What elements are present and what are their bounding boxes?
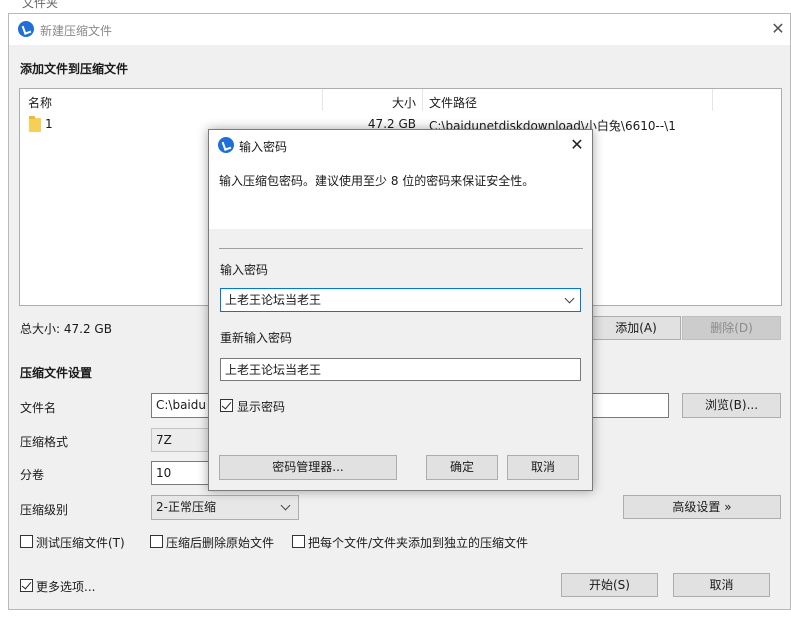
more-options-checkbox[interactable]: 更多选项...	[20, 578, 120, 594]
password-dialog: 输入密码 ✕ 输入压缩包密码。建议使用至少 8 位的密码来保证安全性。 输入密码…	[208, 129, 593, 491]
row-name: 1	[45, 117, 53, 131]
password-manager-button[interactable]: 密码管理器...	[219, 455, 397, 480]
column-header-size[interactable]: 大小	[324, 94, 416, 111]
app-logo-icon	[218, 137, 234, 153]
background-window-title: 文件夹	[22, 0, 59, 10]
password-label: 输入密码	[220, 263, 269, 277]
show-password-label: 显示密码	[237, 400, 286, 414]
confirm-password-label: 重新输入密码	[220, 331, 293, 345]
password-value: 上老王论坛当老王	[225, 293, 322, 307]
start-button[interactable]: 开始(S)	[561, 573, 658, 597]
total-size: 总大小: 47.2 GB	[20, 322, 112, 336]
column-separator	[322, 89, 323, 111]
compression-level-select[interactable]: 2-正常压缩	[151, 495, 299, 520]
main-titlebar: 新建压缩文件 ✕	[9, 14, 790, 45]
browse-button[interactable]: 浏览(B)...	[682, 393, 781, 418]
show-password-checkbox[interactable]: 显示密码	[220, 398, 320, 414]
add-files-label: 添加文件到压缩文件	[20, 62, 129, 76]
dialog-cancel-button[interactable]: 取消	[507, 455, 579, 480]
add-button[interactable]: 添加(A)	[591, 316, 681, 340]
window-title: 新建压缩文件	[40, 24, 113, 38]
column-header-name[interactable]: 名称	[28, 94, 52, 111]
ok-button[interactable]: 确定	[426, 455, 498, 480]
checkbox-checked[interactable]	[20, 579, 33, 592]
chevron-down-icon	[280, 500, 291, 511]
format-select[interactable]: 7Z	[151, 428, 211, 452]
checkbox[interactable]	[292, 535, 305, 548]
password-input[interactable]: 上老王论坛当老王	[220, 288, 581, 312]
advanced-settings-button[interactable]: 高级设置 »	[623, 495, 781, 519]
checkbox[interactable]	[150, 535, 163, 548]
separate-archives-label: 把每个文件/文件夹添加到独立的压缩文件	[308, 536, 529, 550]
checkbox[interactable]	[20, 535, 33, 548]
chevron-down-icon[interactable]	[564, 293, 575, 304]
dialog-title: 输入密码	[239, 140, 288, 154]
folder-icon	[29, 116, 41, 132]
filename-label: 文件名	[20, 401, 57, 415]
separate-archives-checkbox[interactable]: 把每个文件/文件夹添加到独立的压缩文件	[292, 534, 542, 550]
close-icon[interactable]: ✕	[567, 137, 587, 153]
level-label: 压缩级别	[20, 503, 69, 517]
format-label: 压缩格式	[20, 435, 69, 449]
column-header-path[interactable]: 文件路径	[429, 94, 477, 111]
close-icon[interactable]: ✕	[768, 21, 788, 37]
delete-after-checkbox[interactable]: 压缩后删除原始文件	[150, 534, 280, 550]
dialog-info-text: 输入压缩包密码。建议使用至少 8 位的密码来保证安全性。	[219, 174, 535, 188]
compression-level-value: 2-正常压缩	[156, 500, 216, 514]
volume-label: 分卷	[20, 468, 45, 482]
dialog-titlebar: 输入密码 ✕	[209, 130, 592, 161]
volume-input[interactable]: 10	[151, 461, 211, 485]
archive-settings-label: 压缩文件设置	[20, 366, 93, 380]
more-options-label: 更多选项...	[36, 580, 96, 594]
delete-button[interactable]: 删除(D)	[682, 316, 781, 340]
divider	[219, 248, 583, 249]
delete-after-label: 压缩后删除原始文件	[166, 536, 275, 550]
confirm-password-input[interactable]: 上老王论坛当老王	[220, 358, 581, 381]
checkbox-checked[interactable]	[220, 399, 233, 412]
app-logo-icon	[18, 21, 34, 37]
dialog-info-panel: 输入压缩包密码。建议使用至少 8 位的密码来保证安全性。	[209, 161, 592, 229]
column-separator	[712, 89, 713, 111]
cancel-button[interactable]: 取消	[673, 573, 770, 597]
column-separator	[422, 89, 423, 111]
test-archive-label: 测试压缩文件(T)	[36, 536, 125, 550]
test-archive-checkbox[interactable]: 测试压缩文件(T)	[20, 534, 140, 550]
